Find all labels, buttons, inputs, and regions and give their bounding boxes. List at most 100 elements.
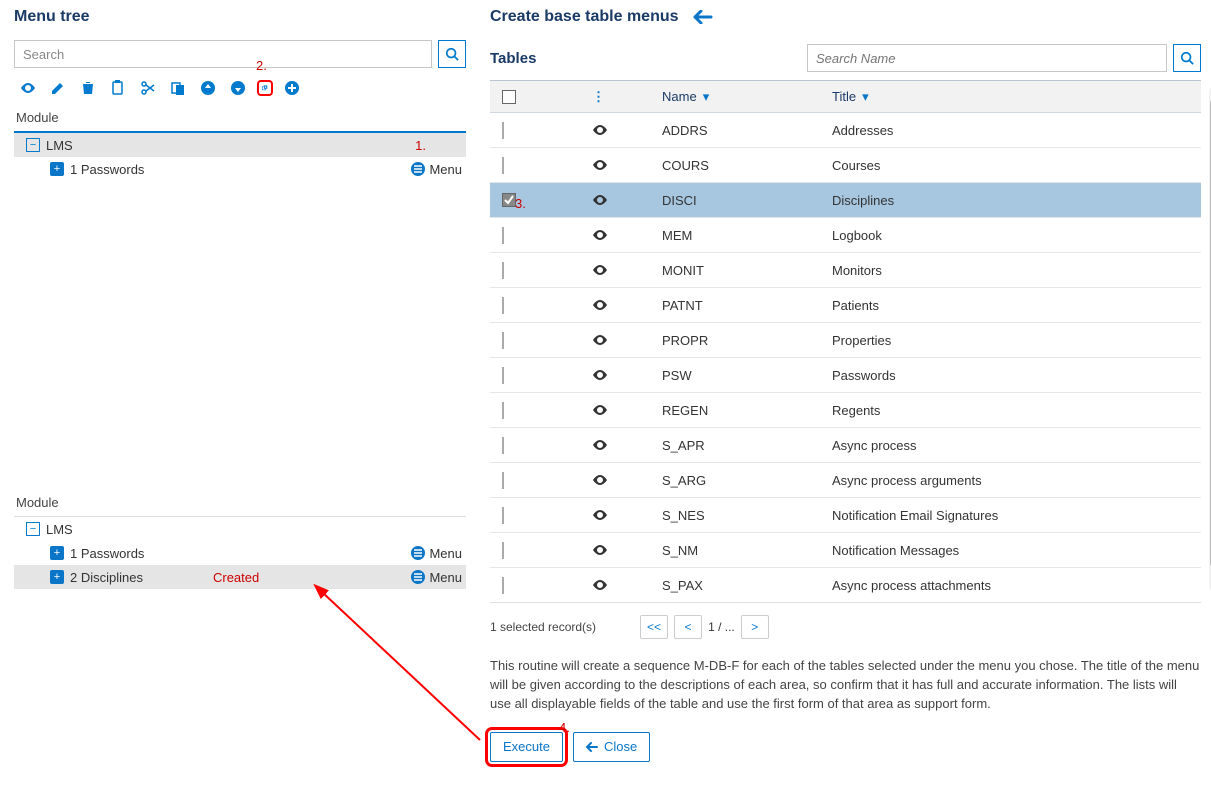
eye-icon[interactable] [592, 125, 662, 135]
tree-node-passwords-2[interactable]: + 1 Passwords Menu [14, 541, 466, 565]
row-checkbox[interactable] [502, 193, 516, 207]
table-row[interactable]: S_NMNotification Messages [490, 533, 1201, 568]
collapse-icon[interactable]: − [26, 138, 40, 152]
scissors-icon[interactable] [140, 80, 156, 96]
row-checkbox[interactable] [502, 122, 504, 139]
eye-icon[interactable] [592, 195, 662, 205]
collapse-icon[interactable]: − [26, 522, 40, 536]
table-row[interactable]: MEMLogbook [490, 218, 1201, 253]
row-checkbox[interactable] [502, 367, 504, 384]
menu-badge: Menu [411, 546, 462, 561]
tree-node-label: 1 Passwords [70, 162, 144, 177]
eye-icon[interactable] [592, 440, 662, 450]
paste-icon[interactable] [170, 80, 186, 96]
pager-first[interactable]: << [640, 615, 668, 639]
row-checkbox[interactable] [502, 507, 504, 524]
cell-title: Courses [832, 158, 1201, 173]
table-row[interactable]: S_PAXAsync process attachments [490, 568, 1201, 603]
clipboard-icon[interactable] [110, 80, 126, 96]
row-checkbox[interactable] [502, 437, 504, 454]
cell-name: S_NES [662, 508, 832, 523]
col-name[interactable]: Name [662, 89, 697, 104]
table-row[interactable]: PATNTPatients [490, 288, 1201, 323]
table-row[interactable]: S_NESNotification Email Signatures [490, 498, 1201, 533]
eye-icon[interactable] [592, 580, 662, 590]
row-checkbox[interactable] [502, 157, 504, 174]
table-row[interactable]: S_ARGAsync process arguments [490, 463, 1201, 498]
tree-node-lms[interactable]: − LMS 1. [14, 133, 466, 157]
table-row[interactable]: PROPRProperties [490, 323, 1201, 358]
execute-button[interactable]: Execute [490, 732, 563, 762]
row-checkbox[interactable] [502, 262, 504, 279]
sort-icon[interactable]: ▾ [703, 89, 710, 105]
create-base-table-title: Create base table menus [490, 8, 679, 26]
row-checkbox[interactable] [502, 472, 504, 489]
table-row[interactable]: ADDRSAddresses [490, 113, 1201, 148]
add-circle-icon[interactable] [284, 80, 300, 96]
eye-icon[interactable] [592, 300, 662, 310]
back-arrow-icon[interactable] [693, 10, 713, 24]
cell-title: Logbook [832, 228, 1201, 243]
table-row[interactable]: S_APRAsync process [490, 428, 1201, 463]
pencil-icon[interactable] [50, 80, 66, 96]
menu-tree-toolbar [14, 76, 466, 106]
eye-icon[interactable] [592, 370, 662, 380]
eye-icon[interactable] [592, 510, 662, 520]
menu-tree-search-input[interactable] [14, 40, 432, 68]
cell-title: Patients [832, 298, 1201, 313]
close-button[interactable]: Close [573, 732, 650, 762]
row-checkbox[interactable] [502, 297, 504, 314]
table-row[interactable]: PSWPasswords [490, 358, 1201, 393]
expand-icon[interactable]: + [50, 570, 64, 584]
select-all-checkbox[interactable] [502, 90, 516, 104]
tree-node-passwords[interactable]: + 1 Passwords Menu [14, 157, 466, 181]
row-checkbox[interactable] [502, 542, 504, 559]
tree-node-label: LMS [46, 522, 73, 537]
eye-icon[interactable] [592, 335, 662, 345]
cell-name: DISCI [662, 193, 832, 208]
left-panel: Menu tree 2. Module − LMS 1. [0, 0, 480, 787]
tree-node-lms-2[interactable]: − LMS [14, 517, 466, 541]
row-checkbox[interactable] [502, 402, 504, 419]
cell-name: ADDRS [662, 123, 832, 138]
add-multiple-icon[interactable] [257, 80, 273, 96]
eye-icon[interactable] [592, 405, 662, 415]
table-row[interactable]: DISCIDisciplines [490, 183, 1201, 218]
eye-icon[interactable] [592, 545, 662, 555]
cell-name: PATNT [662, 298, 832, 313]
eye-icon[interactable] [20, 80, 36, 96]
pager-next[interactable]: > [741, 615, 769, 639]
tree-node-disciplines[interactable]: + 2 Disciplines Created Menu [14, 565, 466, 589]
table-row[interactable]: COURSCourses [490, 148, 1201, 183]
cell-name: MEM [662, 228, 832, 243]
row-checkbox[interactable] [502, 227, 504, 244]
column-menu-icon[interactable]: ⋮ [592, 89, 605, 105]
eye-icon[interactable] [592, 475, 662, 485]
menu-tree-search-button[interactable] [438, 40, 466, 68]
cell-title: Monitors [832, 263, 1201, 278]
pager-prev[interactable]: < [674, 615, 702, 639]
tables-search-button[interactable] [1173, 44, 1201, 72]
module-header-2: Module [14, 491, 466, 517]
module-header-1: Module [14, 106, 466, 133]
tables-search-input[interactable] [807, 44, 1167, 72]
sort-icon[interactable]: ▾ [862, 89, 869, 105]
eye-icon[interactable] [592, 160, 662, 170]
menu-disk-icon [411, 570, 425, 584]
cell-title: Notification Messages [832, 543, 1201, 558]
eye-icon[interactable] [592, 230, 662, 240]
trash-icon[interactable] [80, 80, 96, 96]
right-panel: Create base table menus Tables ⋮ Name▾ T… [480, 0, 1211, 787]
row-checkbox[interactable] [502, 332, 504, 349]
expand-icon[interactable]: + [50, 546, 64, 560]
table-row[interactable]: REGENRegents [490, 393, 1201, 428]
arrow-up-circle-icon[interactable] [200, 80, 216, 96]
table-row[interactable]: MONITMonitors [490, 253, 1201, 288]
cell-title: Async process attachments [832, 578, 1201, 593]
expand-icon[interactable]: + [50, 162, 64, 176]
row-checkbox[interactable] [502, 577, 504, 594]
eye-icon[interactable] [592, 265, 662, 275]
col-title[interactable]: Title [832, 89, 856, 104]
arrow-down-circle-icon[interactable] [230, 80, 246, 96]
cell-name: S_NM [662, 543, 832, 558]
